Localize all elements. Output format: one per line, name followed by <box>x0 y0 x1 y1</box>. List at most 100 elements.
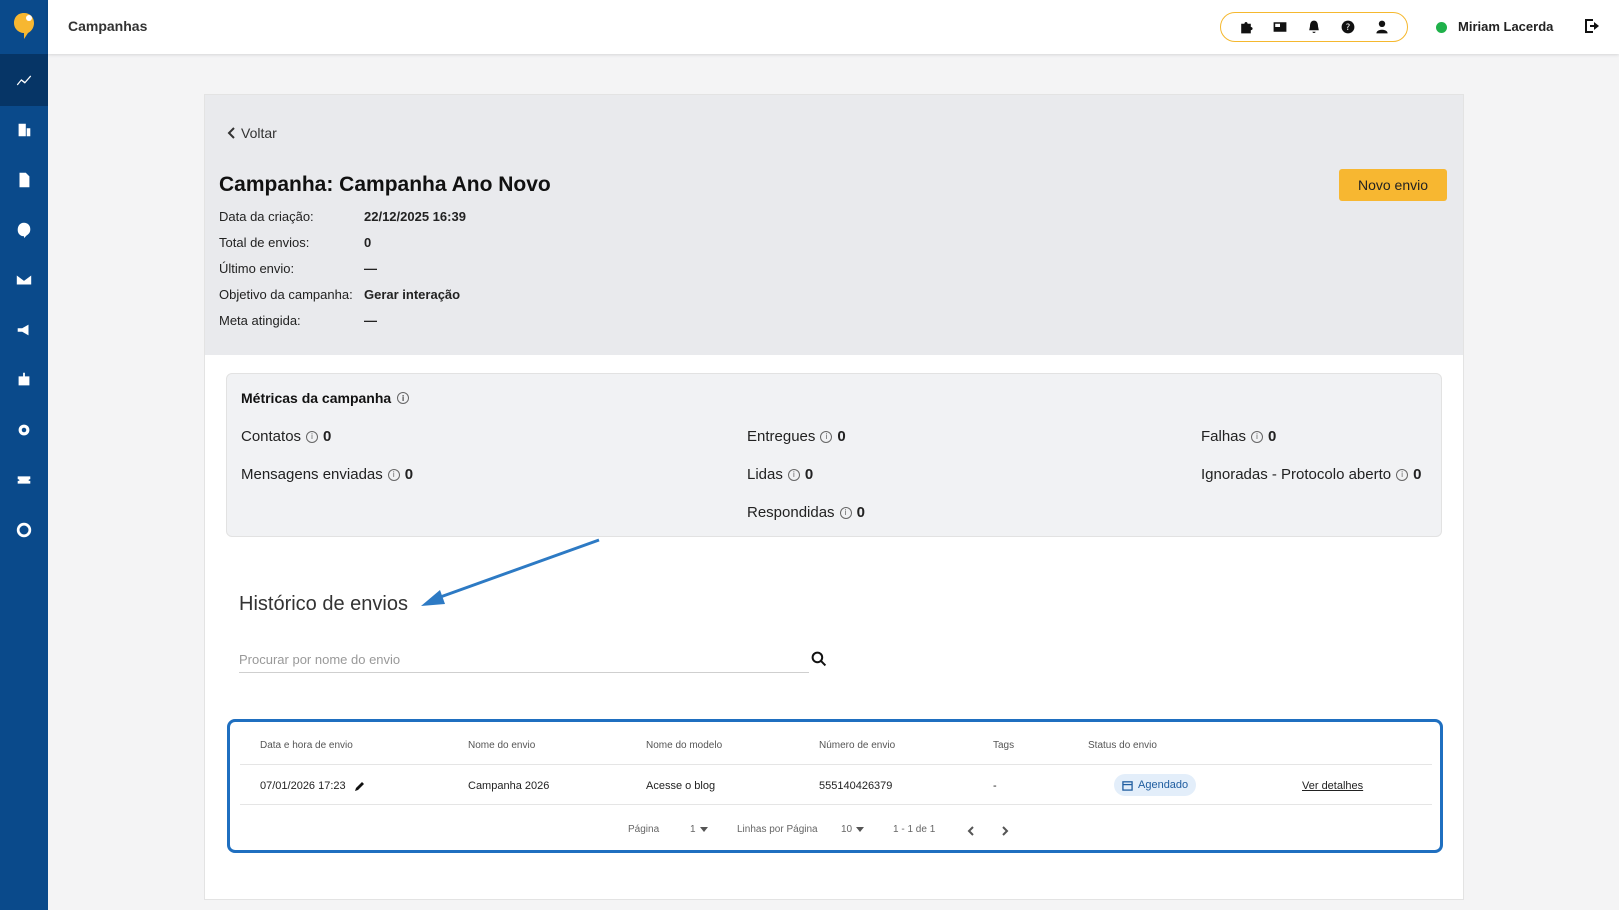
sidebar-item-mail[interactable] <box>0 254 48 306</box>
info-label: Total de envios: <box>219 235 310 250</box>
metric-falhas: Falhas i 0 <box>1201 428 1276 445</box>
row-divider <box>240 764 1432 765</box>
metric-label: Contatos <box>241 428 302 445</box>
info-row-total: Total de envios: 0 <box>219 235 371 250</box>
nps-icon <box>16 522 32 538</box>
sidebar <box>0 0 48 910</box>
pager-rows-label: Linhas por Página <box>737 824 818 835</box>
view-details-link[interactable]: Ver detalhes <box>1302 780 1363 792</box>
new-send-button[interactable]: Novo envio <box>1339 169 1447 201</box>
info-label: Objetivo da campanha: <box>219 287 353 302</box>
user-icon[interactable] <box>1372 17 1392 37</box>
metric-contatos: Contatos i 0 <box>241 428 331 445</box>
chevron-right-icon <box>1002 826 1009 836</box>
metric-value: 0 <box>1268 428 1277 445</box>
rows-per-page-select[interactable]: 10 <box>841 824 865 835</box>
info-icon[interactable]: i <box>306 430 319 443</box>
info-label: Data da criação: <box>219 209 314 224</box>
campaign-card: Voltar Campanha: Campanha Ano Novo Novo … <box>204 94 1464 900</box>
sidebar-item-tickets[interactable] <box>0 454 48 506</box>
status-badge: Agendado <box>1114 774 1197 796</box>
metric-ignoradas: Ignoradas - Protocolo aberto i 0 <box>1201 466 1421 483</box>
pager-range: 1 - 1 de 1 <box>893 824 936 835</box>
info-row-last: Último envio: — <box>219 261 377 276</box>
brand-logo-icon <box>14 13 34 39</box>
pencil-icon[interactable] <box>354 780 366 792</box>
metric-mensagens: Mensagens enviadas i 0 <box>241 466 413 483</box>
metric-lidas: Lidas i 0 <box>747 466 813 483</box>
metric-label: Entregues <box>747 428 816 445</box>
campaign-summary: Voltar Campanha: Campanha Ano Novo Novo … <box>205 95 1463 355</box>
info-label: Último envio: <box>219 261 295 276</box>
metric-value: 0 <box>323 428 332 445</box>
col-header-tags[interactable]: Tags <box>993 740 1014 751</box>
page-title: Campanhas <box>68 18 148 34</box>
back-link[interactable]: Voltar <box>227 125 277 141</box>
metric-value: 0 <box>404 466 414 483</box>
col-header-date[interactable]: Data e hora de envio <box>260 740 353 751</box>
search-field <box>239 647 809 673</box>
puzzle-icon[interactable] <box>1236 17 1256 37</box>
info-row-goal: Meta atingida: — <box>219 313 377 328</box>
sidebar-item-bot[interactable] <box>0 354 48 406</box>
sidebar-item-settings[interactable] <box>0 404 48 456</box>
metric-label: Ignoradas - Protocolo aberto <box>1201 466 1392 483</box>
sidebar-item-dashboard[interactable] <box>0 54 48 106</box>
metric-label: Respondidas <box>747 504 835 521</box>
ticket-icon <box>17 476 31 484</box>
sidebar-item-brand[interactable] <box>0 204 48 256</box>
info-icon[interactable]: i <box>820 430 833 443</box>
pager-page-label: Página <box>628 824 660 835</box>
info-value: 22/12/2025 16:39 <box>364 209 466 224</box>
sidebar-item-nps[interactable] <box>0 504 48 556</box>
col-header-name[interactable]: Nome do envio <box>468 740 535 751</box>
search-input[interactable] <box>239 647 809 671</box>
top-header: Campanhas ? Miriam Lacerda <box>48 0 1619 54</box>
info-value: 0 <box>364 235 372 250</box>
megaphone-icon <box>17 324 29 336</box>
sidebar-item-campaigns[interactable] <box>0 304 48 356</box>
prev-page-button[interactable] <box>965 822 979 836</box>
logout-icon[interactable] <box>1582 16 1604 38</box>
search-icon[interactable] <box>811 651 829 669</box>
metric-value: 0 <box>837 428 846 445</box>
caret-down-icon <box>856 826 865 832</box>
gear-icon <box>18 424 30 436</box>
caret-down-icon <box>699 826 708 832</box>
building-icon <box>18 123 31 137</box>
history-table: Data e hora de envio Nome do envio Nome … <box>227 719 1443 853</box>
info-row-objective: Objetivo da campanha: Gerar interação <box>219 287 460 302</box>
info-icon[interactable]: i <box>787 468 800 481</box>
status-label: Agendado <box>1138 779 1189 791</box>
info-value: — <box>364 313 377 328</box>
metric-value: 0 <box>1413 466 1422 483</box>
help-icon[interactable]: ? <box>1338 17 1358 37</box>
metric-label: Lidas <box>747 466 783 483</box>
col-header-status[interactable]: Status do envio <box>1088 740 1157 751</box>
bell-icon[interactable] <box>1304 17 1324 37</box>
cell-date: 07/01/2026 17:23 <box>260 780 366 792</box>
cell-name: Campanha 2026 <box>468 780 550 792</box>
sidebar-item-documents[interactable] <box>0 154 48 206</box>
col-header-number[interactable]: Número de envio <box>819 740 895 751</box>
brand-logo[interactable] <box>0 0 48 52</box>
metrics-panel: Métricas da campanha i Contatos i 0 Mens… <box>226 373 1442 537</box>
dashboard-icon <box>16 75 32 86</box>
info-value: Gerar interação <box>364 287 461 302</box>
info-icon[interactable]: i <box>397 392 410 404</box>
info-icon[interactable]: i <box>1251 430 1264 443</box>
page-select[interactable]: 1 <box>690 824 708 835</box>
cell-tags: - <box>993 780 997 792</box>
news-icon[interactable] <box>1270 17 1290 37</box>
info-icon[interactable]: i <box>387 468 400 481</box>
info-icon[interactable]: i <box>1396 468 1409 481</box>
svg-text:?: ? <box>1346 23 1351 33</box>
sidebar-item-companies[interactable] <box>0 104 48 156</box>
metric-value: 0 <box>804 466 814 483</box>
toolbar: ? <box>1220 12 1408 42</box>
col-header-model[interactable]: Nome do modelo <box>646 740 722 751</box>
next-page-button[interactable] <box>999 822 1013 836</box>
info-icon[interactable]: i <box>839 506 852 519</box>
user-name[interactable]: Miriam Lacerda <box>1458 19 1553 34</box>
online-status-dot <box>1436 22 1447 33</box>
